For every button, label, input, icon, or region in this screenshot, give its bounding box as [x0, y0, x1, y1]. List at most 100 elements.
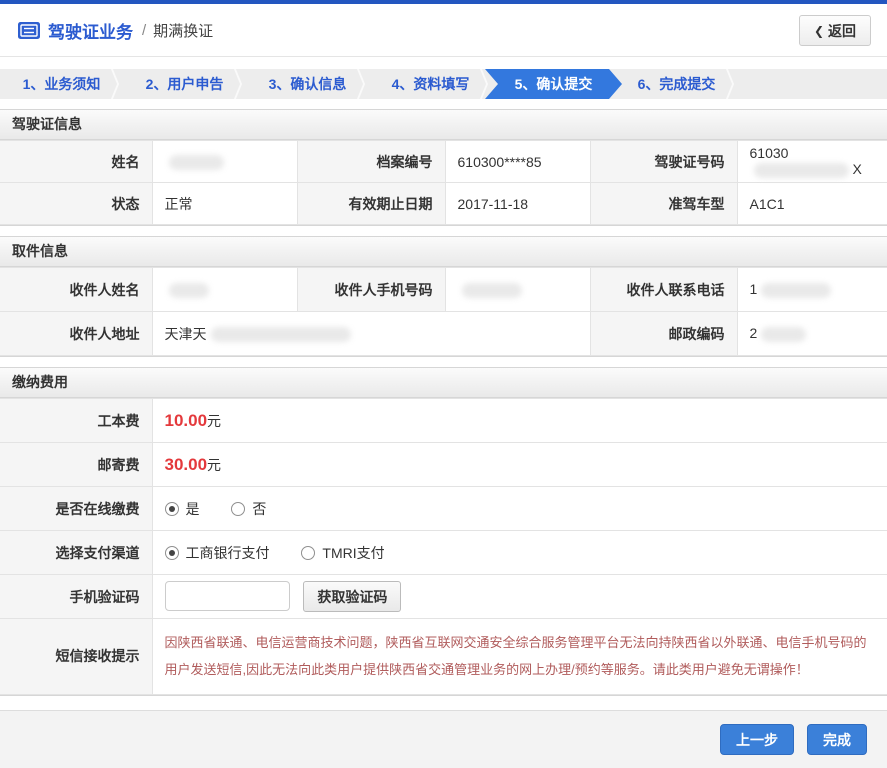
field-label: 准驾车型 — [590, 182, 738, 225]
field-label: 邮寄费 — [0, 442, 153, 487]
radio-yes-icon[interactable] — [164, 501, 179, 516]
tab-separator-icon — [724, 69, 736, 99]
page-header: 驾驶证业务 / 期满换证 ❮ 返回 — [0, 4, 887, 57]
value-prefix: 2 — [749, 325, 758, 342]
field-label: 短信接收提示 — [0, 618, 153, 695]
tab-step-3[interactable]: 3、确认信息 — [246, 69, 369, 99]
sms-notice-text: 因陕西省联通、电信运营商技术问题，陕西省互联网交通安全综合服务管理平台无法向持陕… — [164, 635, 867, 678]
field-value — [152, 140, 298, 183]
fee-unit: 元 — [207, 412, 222, 429]
field-value: A1C1 — [737, 182, 887, 225]
tab-step-5-active[interactable]: 5、确认提交 — [485, 69, 622, 99]
previous-step-button[interactable]: 上一步 — [720, 724, 794, 755]
radio-label: 否 — [252, 500, 267, 517]
back-button-label: 返回 — [828, 22, 856, 39]
table-row: 短信接收提示 因陕西省联通、电信运营商技术问题，陕西省互联网交通安全综合服务管理… — [0, 618, 887, 695]
field-label: 是否在线缴费 — [0, 486, 153, 531]
tab-label: 3、确认信息 — [268, 76, 347, 92]
online-pay-yes-option[interactable]: 是 — [164, 499, 200, 519]
field-value: 610300****85 — [445, 140, 591, 183]
production-fee-amount: 10.00 — [164, 410, 208, 430]
radio-label: 工商银行支付 — [185, 544, 270, 561]
payment-channel-options: 工商银行支付 TMRI支付 — [152, 530, 887, 575]
value-prefix: 天津天 — [164, 325, 207, 342]
footer-action-bar: 上一步 完成 — [0, 710, 887, 768]
table-row: 收件人姓名 收件人手机号码 收件人联系电话 1 — [0, 267, 887, 312]
field-label: 选择支付渠道 — [0, 530, 153, 575]
field-label: 邮政编码 — [590, 311, 738, 356]
online-payment-options: 是 否 — [152, 486, 887, 531]
field-value — [152, 267, 298, 312]
field-value: 正常 — [152, 182, 298, 225]
field-value: 10.00元 — [152, 398, 887, 443]
breadcrumb-separator: / — [142, 21, 147, 39]
get-code-button[interactable]: 获取验证码 — [303, 581, 402, 613]
tab-label: 1、业务须知 — [22, 76, 101, 92]
field-label: 档案编号 — [297, 140, 446, 183]
value-prefix: 1 — [749, 281, 758, 298]
license-business-icon — [18, 21, 40, 39]
tab-label: 5、确认提交 — [514, 76, 593, 92]
tab-label: 2、用户申告 — [145, 76, 224, 92]
license-info-table: 姓名 档案编号 610300****85 驾驶证号码 61030 X 状态 正常 … — [0, 140, 887, 225]
tab-label: 4、资料填写 — [391, 76, 470, 92]
finish-button[interactable]: 完成 — [807, 724, 867, 755]
tab-separator-icon — [355, 69, 367, 99]
field-label: 手机验证码 — [0, 574, 153, 619]
redacted-value — [761, 326, 807, 342]
sms-code-input[interactable] — [164, 580, 290, 611]
field-label: 驾驶证号码 — [590, 140, 738, 183]
back-chevron-icon: ❮ — [813, 23, 824, 38]
tab-step-6[interactable]: 6、完成提交 — [615, 69, 738, 99]
section-title: 缴纳费用 — [0, 368, 887, 398]
field-value: 1 — [737, 267, 887, 312]
value-prefix: 61030 — [749, 145, 789, 162]
field-label: 工本费 — [0, 398, 153, 443]
field-value: 30.00元 — [152, 442, 887, 487]
table-row: 邮寄费 30.00元 — [0, 442, 887, 487]
license-info-section: 驾驶证信息 姓名 档案编号 610300****85 驾驶证号码 61030 X … — [0, 109, 887, 226]
field-value: 2017-11-18 — [445, 182, 591, 225]
postage-fee-amount: 30.00 — [164, 454, 208, 474]
value-suffix: X — [852, 161, 862, 178]
payment-section: 缴纳费用 工本费 10.00元 邮寄费 30.00元 是否在线缴费 是 否 选择… — [0, 367, 887, 696]
breadcrumb-current: 期满换证 — [153, 22, 214, 40]
fee-unit: 元 — [207, 456, 222, 473]
redacted-value — [753, 162, 849, 178]
tab-step-2[interactable]: 2、用户申告 — [123, 69, 246, 99]
radio-label: 是 — [185, 500, 200, 517]
field-label: 收件人姓名 — [0, 267, 153, 312]
tab-separator-icon — [478, 69, 490, 99]
pickup-info-table: 收件人姓名 收件人手机号码 收件人联系电话 1 收件人地址 天津天 邮政编码 2 — [0, 267, 887, 356]
tab-step-1[interactable]: 1、业务须知 — [0, 69, 123, 99]
table-row: 收件人地址 天津天 邮政编码 2 — [0, 311, 887, 356]
field-value: 61030 X — [737, 140, 887, 183]
field-value: 2 — [737, 311, 887, 356]
field-value: 天津天 — [152, 311, 591, 356]
radio-tmri-icon[interactable] — [301, 545, 316, 560]
online-pay-no-option[interactable]: 否 — [231, 499, 266, 519]
table-row: 是否在线缴费 是 否 — [0, 486, 887, 531]
radio-icbc-icon[interactable] — [164, 545, 179, 560]
redacted-value — [761, 282, 832, 298]
redacted-value — [168, 282, 209, 298]
payment-table: 工本费 10.00元 邮寄费 30.00元 是否在线缴费 是 否 选择支付渠道 … — [0, 398, 887, 695]
tab-separator-icon — [232, 69, 244, 99]
pickup-info-section: 取件信息 收件人姓名 收件人手机号码 收件人联系电话 1 收件人地址 天津天 邮… — [0, 236, 887, 357]
radio-no-icon[interactable] — [231, 501, 246, 516]
page-title: 驾驶证业务 — [48, 22, 133, 42]
channel-tmri-option[interactable]: TMRI支付 — [301, 543, 385, 563]
tab-step-4[interactable]: 4、资料填写 — [369, 69, 492, 99]
table-row: 选择支付渠道 工商银行支付 TMRI支付 — [0, 530, 887, 575]
redacted-value — [168, 154, 224, 170]
field-label: 收件人手机号码 — [297, 267, 446, 312]
field-value — [445, 267, 591, 312]
table-row: 工本费 10.00元 — [0, 398, 887, 443]
section-title: 驾驶证信息 — [0, 110, 887, 140]
radio-label: TMRI支付 — [322, 544, 385, 561]
tab-label: 6、完成提交 — [637, 76, 716, 92]
channel-icbc-option[interactable]: 工商银行支付 — [164, 543, 270, 563]
sms-notice-cell: 因陕西省联通、电信运营商技术问题，陕西省互联网交通安全综合服务管理平台无法向持陕… — [152, 618, 887, 695]
sms-code-cell: 获取验证码 — [152, 574, 887, 619]
back-button[interactable]: ❮ 返回 — [798, 15, 871, 46]
